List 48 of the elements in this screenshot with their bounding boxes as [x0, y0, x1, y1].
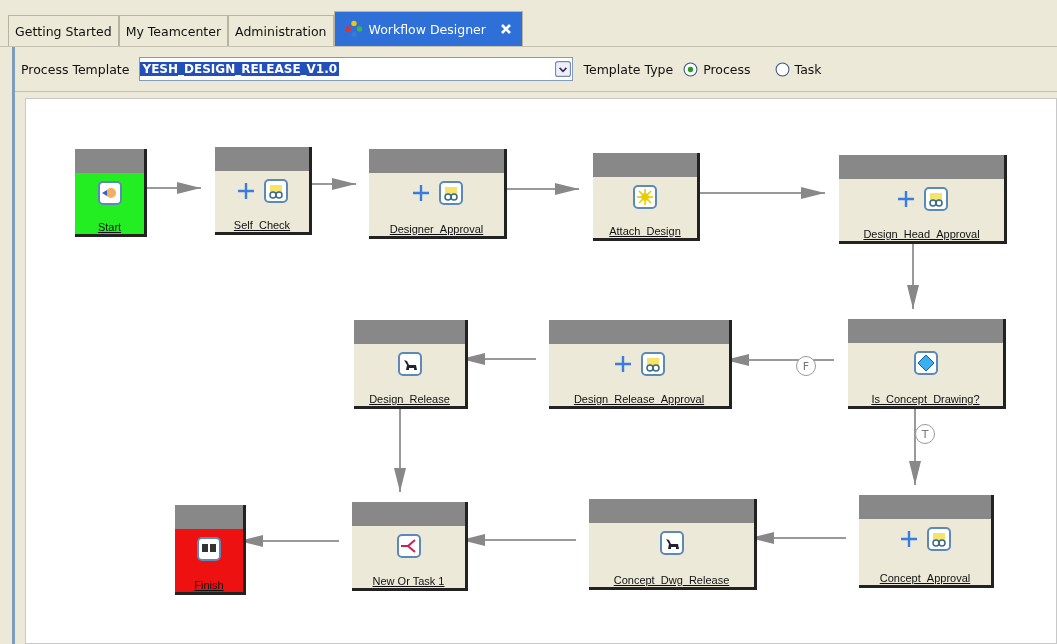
node-label: Design_Release [369, 393, 450, 405]
node-label: Self_Check [233, 219, 291, 231]
field-value: YESH_DESIGN_RELEASE_V1.0 [140, 62, 340, 76]
task-icon [633, 185, 657, 209]
plus-icon [895, 189, 916, 209]
close-icon[interactable] [499, 23, 512, 35]
node-label: Is_Concept_Drawing? [871, 393, 980, 405]
task-icon [923, 187, 948, 211]
node-label: Design_Release_Approval [573, 393, 705, 405]
task-icon [438, 181, 463, 205]
template-combo[interactable]: YESH_DESIGN_RELEASE_V1.0 [139, 57, 574, 81]
plus-icon [410, 183, 431, 203]
field-label: Template Type [583, 61, 674, 77]
workflow-icon [344, 20, 363, 38]
node-label: Finish [194, 579, 224, 591]
plus-icon [899, 529, 919, 549]
field-label: Process Template [21, 61, 130, 77]
radio-option[interactable]: Task [774, 61, 822, 77]
task-icon [641, 352, 665, 376]
node-label: Design_Head_Approval [863, 228, 980, 240]
task-icon [264, 179, 288, 203]
tab[interactable]: My Teamcenter [118, 15, 229, 46]
tab-label: My Teamcenter [125, 23, 222, 39]
dropdown-icon[interactable] [555, 61, 572, 77]
tab-label: Getting Started [15, 23, 112, 39]
task-icon [97, 181, 122, 205]
condition-badge: F [796, 356, 816, 376]
node-label: New Or Task 1 [372, 575, 445, 587]
plus-icon [236, 181, 256, 201]
node-label: Concept_Approval [879, 572, 971, 584]
tab[interactable]: Workflow Designer [333, 11, 523, 46]
task-icon [197, 537, 221, 561]
node-label: Concept_Dwg_Release [613, 574, 730, 586]
radio-option[interactable]: Process [683, 61, 751, 77]
tab-label: Workflow Designer [368, 21, 486, 37]
task-icon [397, 352, 422, 376]
tab-label: Administration [235, 23, 327, 39]
tab[interactable]: Getting Started [8, 15, 119, 46]
node-label: Attach_Design [609, 225, 681, 237]
tab[interactable]: Administration [228, 15, 334, 46]
plus-icon [613, 354, 633, 374]
node-label: Designer_Approval [389, 223, 484, 235]
task-icon [659, 531, 684, 555]
task-icon [913, 351, 938, 375]
node-label: Start [97, 221, 122, 233]
task-icon [927, 527, 951, 551]
task-icon [396, 534, 421, 558]
condition-badge: T [915, 424, 935, 444]
